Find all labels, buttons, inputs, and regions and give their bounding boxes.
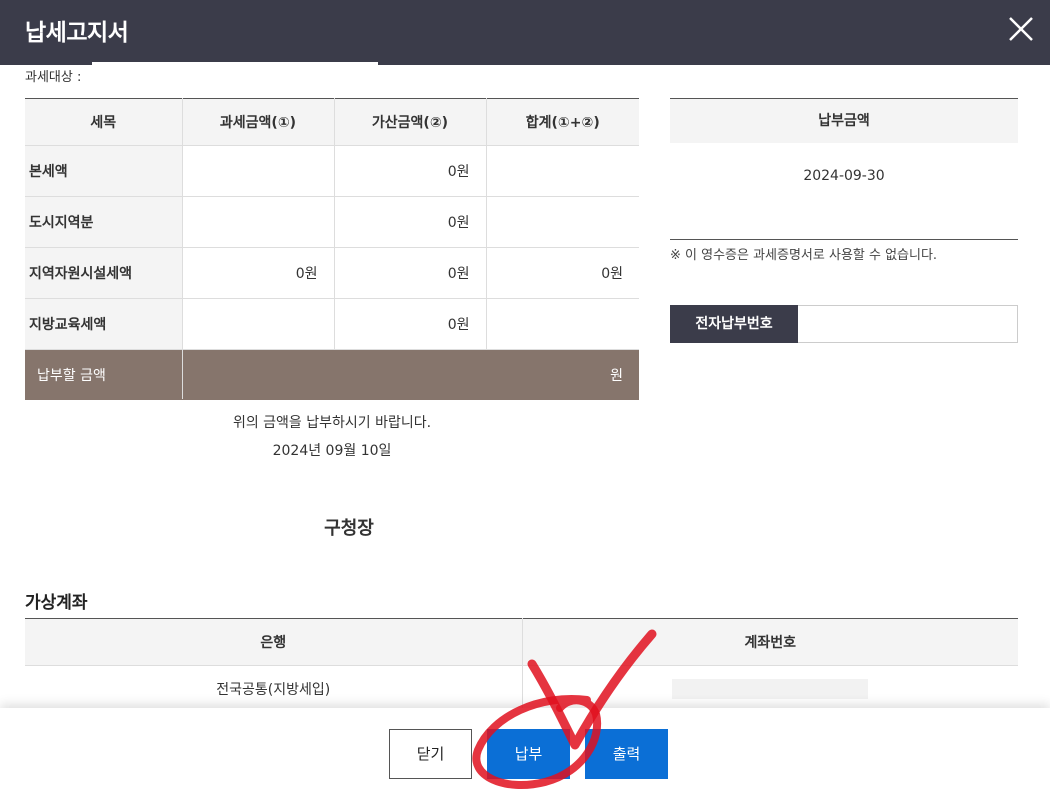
additional-amount: 0원 xyxy=(333,196,486,248)
total-amount xyxy=(485,145,639,197)
modal-footer: 닫기 납부 출력 xyxy=(0,708,1050,796)
column-header: 은행 xyxy=(25,618,522,666)
bank-name: 전국공통(지방세입) xyxy=(216,682,331,698)
issue-date: 2024년 09월 10일 xyxy=(272,443,392,459)
table-row: 본세액 0원 xyxy=(25,145,639,197)
additional-amount: 0원 xyxy=(333,145,486,197)
taxable-amount xyxy=(181,298,334,350)
taxable-amount: 0원 xyxy=(181,247,334,299)
column-header: 합계(①+②) xyxy=(485,98,639,146)
electronic-payment-number-field: 전자납부번호 xyxy=(670,305,1018,343)
payment-request-message: 위의 금액을 납부하시기 바랍니다. xyxy=(232,415,432,431)
account-number-masked xyxy=(672,679,869,699)
modal-header: 납세고지서 xyxy=(0,0,1050,65)
table-header-row: 세목 과세금액(①) 가산금액(②) 합계(①+②) xyxy=(25,98,639,146)
column-header: 세목 xyxy=(25,98,182,146)
total-amount: 0원 xyxy=(485,247,639,299)
table-row: 도시지역분 0원 xyxy=(25,196,639,248)
payment-due-date: 2024-09-30 xyxy=(670,143,1018,240)
total-amount xyxy=(485,196,639,248)
table-row: 지방교육세액 0원 xyxy=(25,298,639,350)
issuer-title: 구청장 xyxy=(324,518,374,539)
virtual-account-title: 가상계좌 xyxy=(25,593,88,613)
modal-title: 납세고지서 xyxy=(25,20,129,46)
tax-item-label: 본세액 xyxy=(25,145,182,197)
payment-amount-box: 납부금액 2024-09-30 xyxy=(670,98,1018,240)
total-due-amount: 원 xyxy=(181,349,639,400)
taxable-amount xyxy=(181,196,334,248)
account-number xyxy=(521,665,1018,712)
close-button[interactable]: 닫기 xyxy=(389,729,472,779)
total-due-row: 납부할 금액 원 xyxy=(25,349,639,400)
column-header: 가산금액(②) xyxy=(333,98,486,146)
tax-item-label: 도시지역분 xyxy=(25,196,182,248)
additional-amount: 0원 xyxy=(333,298,486,350)
payment-amount-heading: 납부금액 xyxy=(670,99,1018,143)
taxable-amount xyxy=(181,145,334,197)
close-icon[interactable] xyxy=(1006,14,1036,44)
additional-amount: 0원 xyxy=(333,247,486,299)
tax-subject-label: 과세대상 : xyxy=(25,70,82,85)
tax-item-label: 지방교육세액 xyxy=(25,298,182,350)
print-button[interactable]: 출력 xyxy=(585,729,668,779)
tax-breakdown-table: 세목 과세금액(①) 가산금액(②) 합계(①+②) 본세액 0원 도시지역분 … xyxy=(25,98,639,400)
total-amount xyxy=(485,298,639,350)
electronic-payment-number-label: 전자납부번호 xyxy=(670,305,798,343)
tax-item-label: 지역자원시설세액 xyxy=(25,247,182,299)
virtual-account-table: 은행 계좌번호 전국공통(지방세입) xyxy=(25,618,1018,712)
tax-subject-value-masked xyxy=(92,62,378,66)
column-header: 계좌번호 xyxy=(521,618,1018,666)
receipt-notice: ※ 이 영수증은 과세증명서로 사용할 수 없습니다. xyxy=(670,248,938,263)
pay-button[interactable]: 납부 xyxy=(487,729,570,779)
table-header-row: 은행 계좌번호 xyxy=(25,618,1018,666)
total-due-label: 납부할 금액 xyxy=(25,349,182,400)
table-row: 전국공통(지방세입) xyxy=(25,665,1018,712)
table-row: 지역자원시설세액 0원 0원 0원 xyxy=(25,247,639,299)
column-header: 과세금액(①) xyxy=(181,98,334,146)
